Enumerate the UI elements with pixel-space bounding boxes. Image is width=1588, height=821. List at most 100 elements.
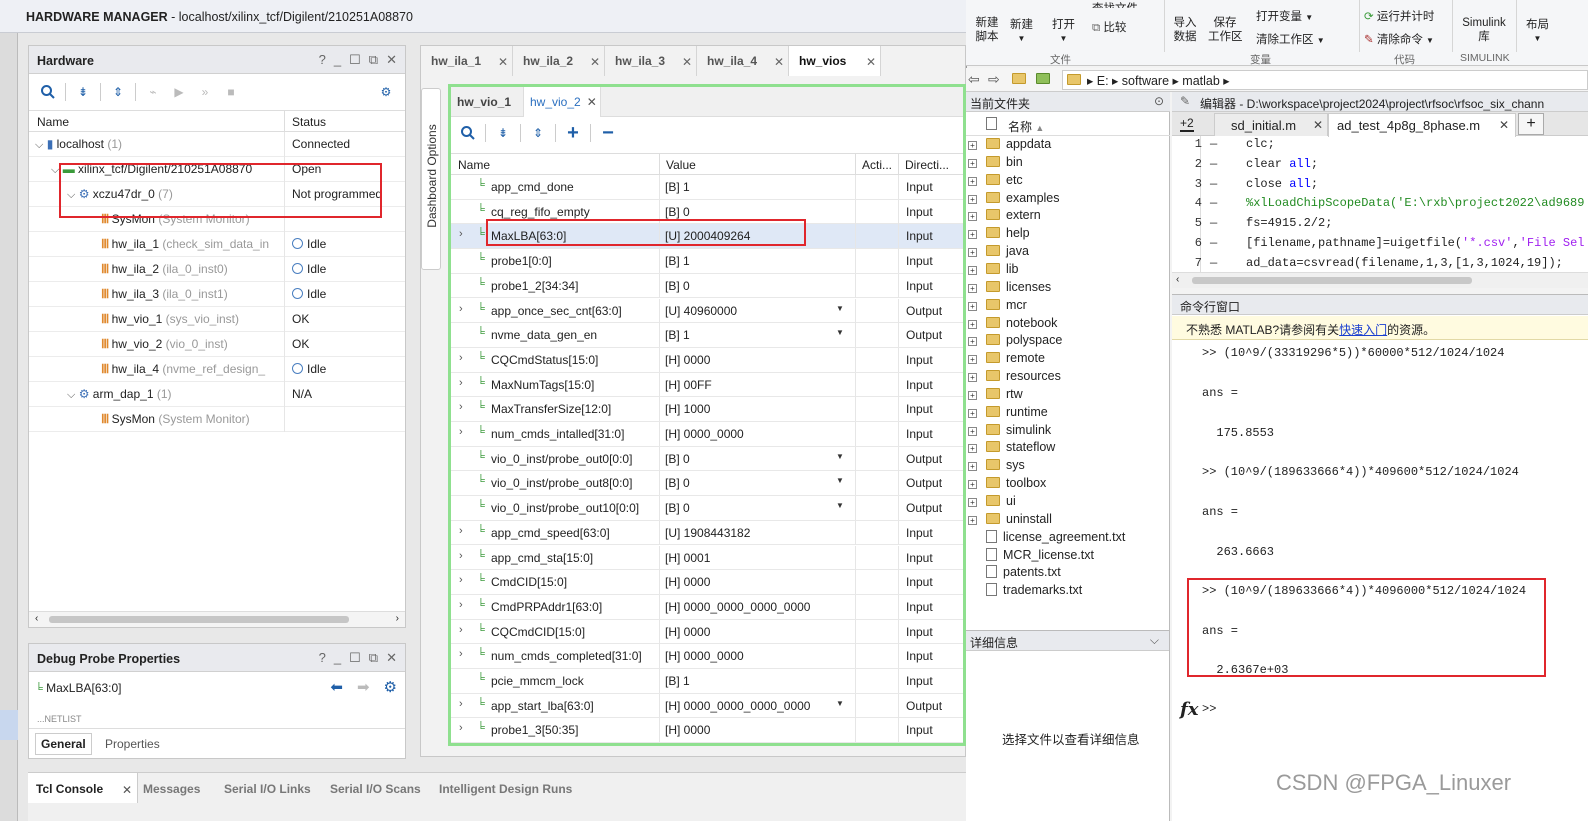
program-device-icon[interactable]: ⌁ [140,80,166,104]
folder-item[interactable]: + appdata [968,137,1051,155]
breakpoint-marker[interactable]: — [1210,236,1217,250]
help-icon[interactable]: ? [319,650,326,666]
expand-icon[interactable]: + [968,426,977,436]
compare-button[interactable]: ⧉ 比较 [1092,19,1126,35]
tab-sd-initial[interactable]: sd_initial.m ✕ [1214,113,1328,136]
clear-commands-button[interactable]: ✎ 清除命令 ▼ [1364,31,1434,47]
horizontal-scrollbar[interactable]: ‹ › [29,611,405,627]
vio-probe-row[interactable]: ╘ vio_0_inst/probe_out0[0:0] [B] 0 ▼ Output [451,446,963,472]
close-icon[interactable]: ✕ [590,55,600,69]
forward-arrow-icon[interactable]: ⇨ [988,71,1000,88]
expand-icon[interactable]: + [968,319,977,329]
float-icon[interactable]: ⧉ [369,650,378,666]
breakpoint-marker[interactable]: — [1210,177,1217,191]
expand-icon[interactable]: + [968,158,977,168]
vio-probe-row[interactable]: ╘ probe1_2[34:34] [B] 0 Input [451,273,963,299]
vio-probe-row[interactable]: › ╘ num_cmds_completed[31:0] [H] 0000_0000 I… [451,644,963,669]
folder-item[interactable]: + java [968,244,1029,262]
tab-messages[interactable]: Messages [143,782,200,796]
folder-item[interactable]: + help [968,226,1030,244]
run-trigger-icon[interactable]: ▶ [166,80,192,104]
expand-icon[interactable]: + [968,176,977,186]
folder-item[interactable]: + rtw [968,387,1023,405]
expand-all-icon[interactable]: ⇕ [105,80,131,104]
path-segment[interactable]: matlab [1182,74,1220,88]
tab-hw-vios[interactable]: hw_vios ✕ [789,46,881,76]
folder-item[interactable]: + bin [968,155,1023,173]
probe-value[interactable]: [B] 0 [665,476,690,490]
collapse-all-icon[interactable]: ⇟ [490,121,516,145]
expand-icon[interactable]: + [968,265,977,275]
tab-hw-vio-2[interactable]: hw_vio_2 ✕ [523,87,601,117]
scrollbar-thumb[interactable] [1192,277,1472,284]
folder-item[interactable]: + resources [968,369,1061,387]
expand-icon[interactable]: + [968,212,977,222]
expand-icon[interactable]: + [968,141,977,150]
file-item[interactable]: patents.txt [986,565,1061,583]
vio-probe-row[interactable]: › ╘ app_cmd_speed[63:0] [U] 1908443182 Input [451,520,963,546]
dropdown-arrow-icon[interactable]: ▼ [836,452,844,461]
minimize-icon[interactable]: _ [334,52,341,68]
breakpoint-marker[interactable]: — [1210,137,1217,151]
probe-value[interactable]: [U] 40960000 [665,304,737,318]
gear-icon[interactable]: ⚙ [384,678,397,696]
open-variable-button[interactable]: 打开变量 ▼ [1256,8,1313,24]
folder-item[interactable]: + simulink [968,423,1051,441]
tab-hw-ila-4[interactable]: hw_ila_4 ✕ [697,46,789,76]
vio-probe-row[interactable]: ╘ vio_0_inst/probe_out8[0:0] [B] 0 ▼ Output [451,471,963,497]
vio-probe-row[interactable]: › ╘ app_start_lba[63:0] [H] 0000_0000_0000_… [451,693,963,719]
chevron-right-icon[interactable]: › [459,698,463,710]
remove-probe-icon[interactable]: − [595,121,621,145]
search-icon[interactable] [35,80,61,104]
expand-icon[interactable]: + [968,515,977,525]
close-icon[interactable]: ✕ [386,52,397,68]
breakpoint-marker[interactable]: — [1210,216,1217,230]
chevron-right-icon[interactable]: › [459,722,463,734]
back-arrow-icon[interactable]: ⇦ [968,71,980,88]
expand-icon[interactable]: + [968,462,977,472]
maximize-icon[interactable]: ☐ [349,650,361,666]
dropdown-arrow-icon[interactable]: ▼ [836,328,844,337]
folder-item[interactable]: + mcr [968,298,1027,316]
probe-value[interactable]: [B] 0 [665,452,690,466]
tab-tcl-console[interactable]: Tcl Console ✕ [28,773,138,803]
scrollbar-thumb[interactable] [49,616,349,623]
close-icon[interactable]: ✕ [122,783,132,797]
tab-hw-vio-1[interactable]: hw_vio_1 [457,95,511,109]
scroll-left-icon[interactable]: ‹ [1176,274,1179,285]
scroll-left-icon[interactable]: ‹ [35,613,38,624]
collapse-all-icon[interactable]: ⇟ [70,80,96,104]
close-icon[interactable]: ✕ [498,55,508,69]
chevron-right-icon[interactable]: › [459,303,463,315]
chevron-right-icon[interactable]: › [459,550,463,562]
path-segment[interactable]: E: [1097,74,1109,88]
chevron-down-icon[interactable]: ⌵ [35,139,43,151]
chevron-right-icon[interactable]: › [459,574,463,586]
folder-item[interactable]: + remote [968,351,1045,369]
folder-item[interactable]: + licenses [968,280,1051,298]
chevron-down-icon[interactable]: ⌵ [1150,633,1159,648]
dropdown-arrow-icon[interactable]: ▼ [836,304,844,313]
expand-icon[interactable]: + [968,480,977,490]
col-name[interactable]: 名称 ▲ [1008,118,1044,135]
chevron-right-icon[interactable]: › [459,525,463,537]
expand-icon[interactable]: + [968,194,977,204]
command-prompt[interactable]: >> [1202,702,1216,716]
tab-hw-ila-1[interactable]: hw_ila_1 ✕ [421,46,513,76]
breakpoint-marker[interactable]: — [1210,256,1217,270]
tab-design-runs[interactable]: Intelligent Design Runs [439,782,572,796]
tab-properties[interactable]: Properties [105,737,160,751]
vio-probe-row[interactable]: ╘ vio_0_inst/probe_out10[0:0] [B] 0 ▼ Output [451,496,963,521]
expand-icon[interactable]: + [968,408,977,418]
maximize-icon[interactable]: ☐ [349,52,361,68]
breakpoint-marker[interactable]: — [1210,196,1217,210]
tree-row-hw-vio-2[interactable]: Ⅲ hw_vio_2 (vio_0_inst) OK [29,332,405,357]
expand-icon[interactable]: + [968,301,977,311]
tree-row-hw-ila-2[interactable]: Ⅲ hw_ila_2 (ila_0_inst0) Idle [29,257,405,282]
chevron-right-icon[interactable]: › [459,352,463,364]
dashboard-options-tab[interactable]: Dashboard Options [421,88,441,270]
vio-probe-row[interactable]: › ╘ app_cmd_sta[15:0] [H] 0001 Input [451,545,963,571]
chevron-right-icon[interactable]: › [459,648,463,660]
folder-item[interactable]: + ui [968,494,1016,512]
vio-probe-row[interactable]: ╘ nvme_data_gen_en [B] 1 ▼ Output [451,323,963,348]
